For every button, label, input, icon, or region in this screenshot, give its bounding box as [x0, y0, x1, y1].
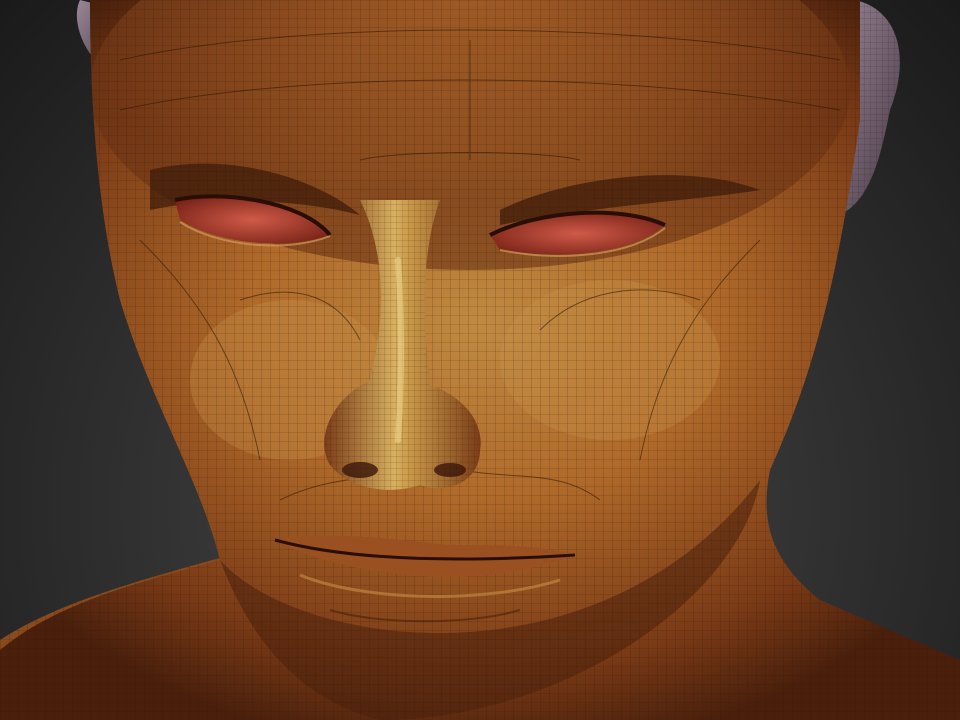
- head-mesh-render: [0, 0, 960, 720]
- sculpt-viewport[interactable]: [0, 0, 960, 720]
